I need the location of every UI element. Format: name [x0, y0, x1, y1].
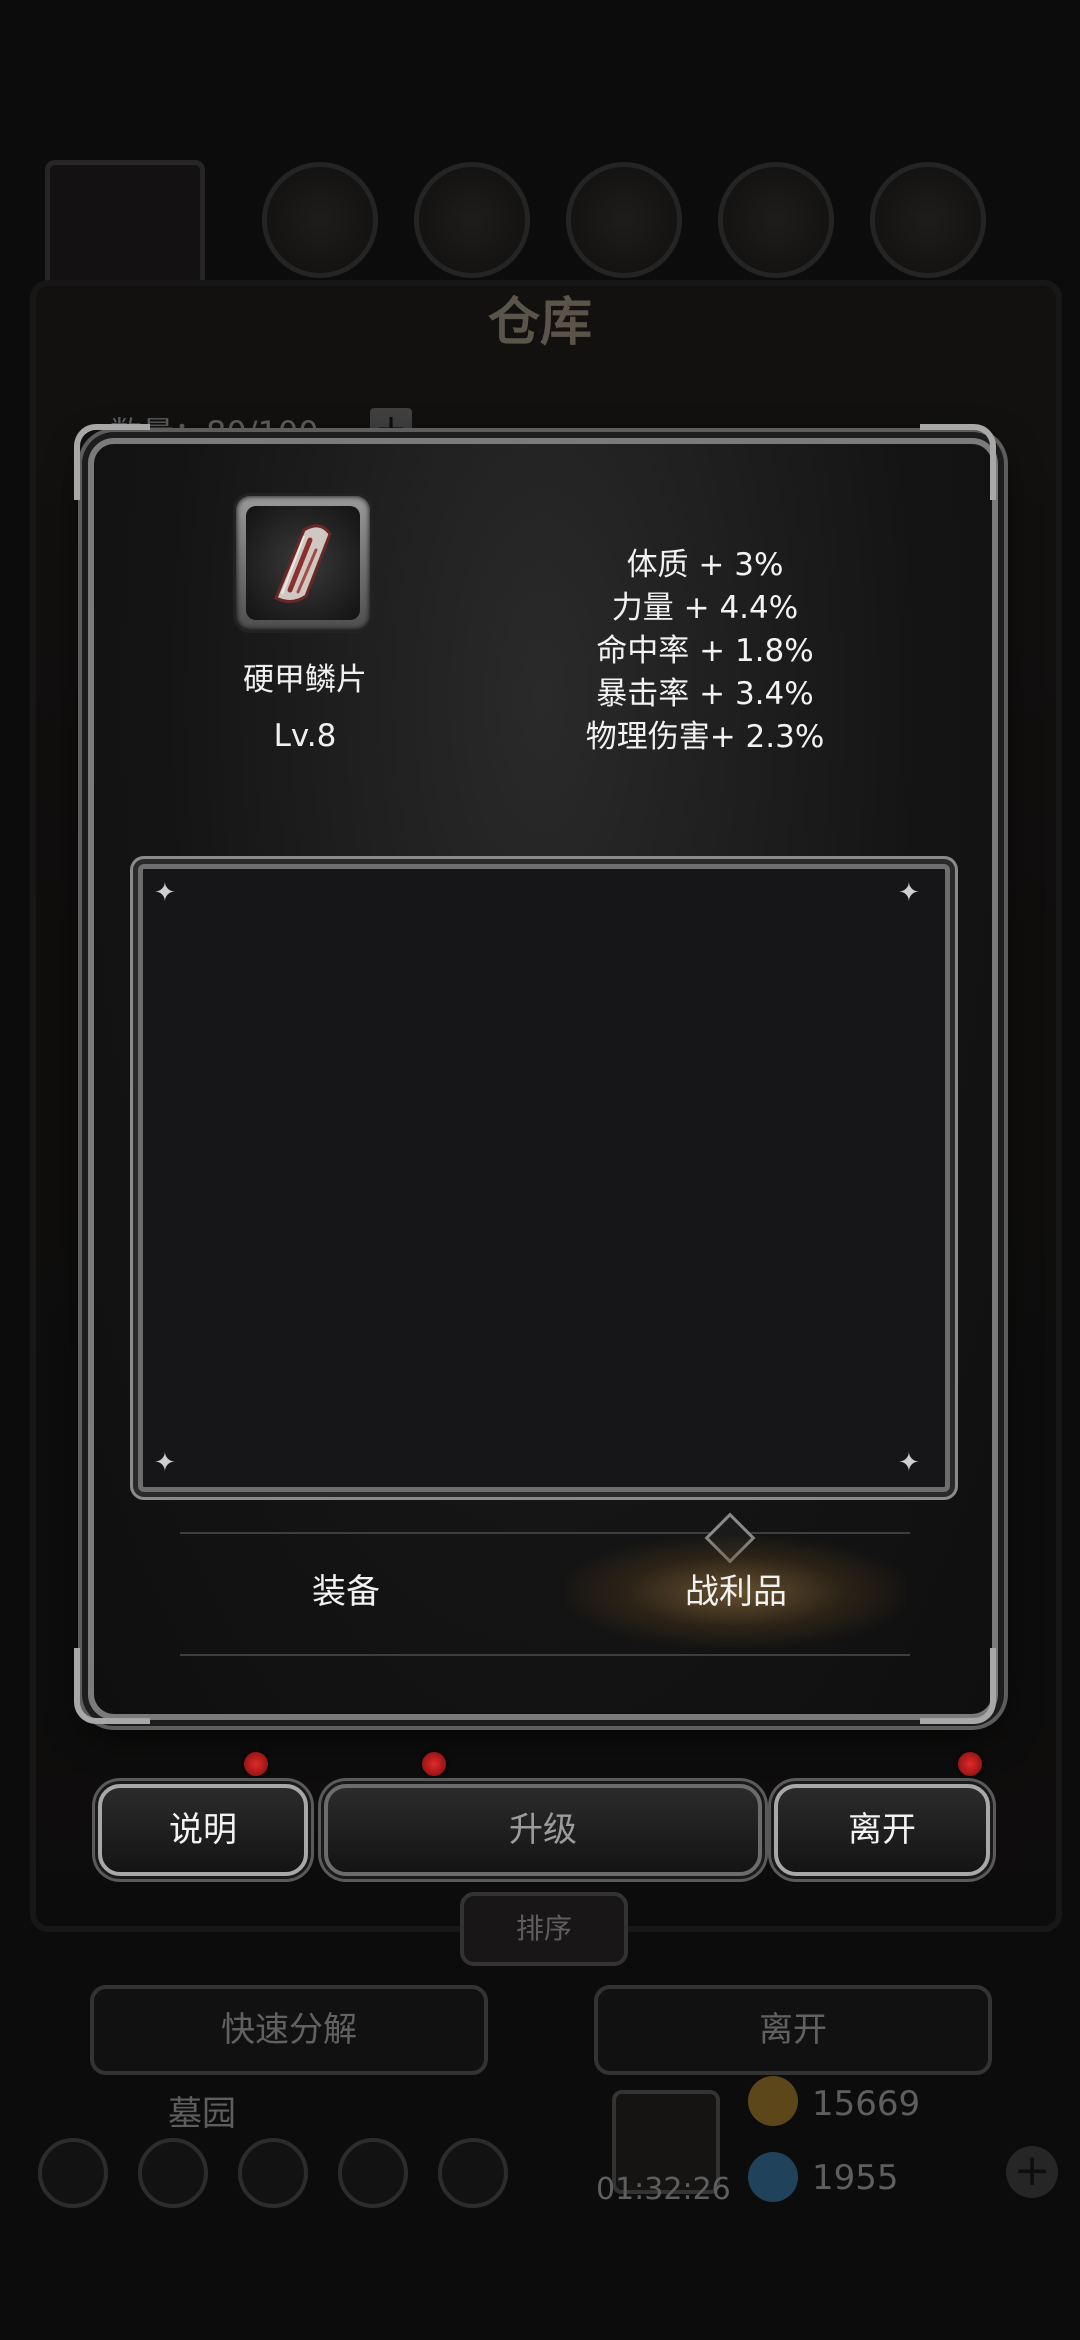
warehouse-title: 仓库 [487, 292, 592, 353]
notification-dot [958, 1752, 982, 1776]
menu-icon[interactable] [138, 2138, 208, 2208]
gift-timer: 01:32:26 [596, 2172, 731, 2207]
location-label: 墓园 [168, 2094, 236, 2134]
gem-amount: 1955 [812, 2158, 899, 2198]
sparkle-icon: ✦ [898, 878, 920, 908]
tab-loot[interactable]: 战利品 [566, 1536, 906, 1648]
stat-line: 物理伤害+ 2.3% [585, 719, 825, 755]
gem-icon [748, 2152, 798, 2202]
frame-corner-ornament [74, 1648, 150, 1724]
menu-icon[interactable] [238, 2138, 308, 2208]
item-stats: 体质 + 3% 力量 + 4.4% 命中率 + 1.8% 暴击率 + 3.4% … [520, 544, 890, 759]
notification-dot [422, 1752, 446, 1776]
add-currency-icon[interactable]: + [1006, 2146, 1058, 2198]
notification-dot [244, 1752, 268, 1776]
frame-corner-ornament [920, 424, 996, 500]
category-tab-icon[interactable] [870, 162, 986, 278]
stat-line: 力量 + 4.4% [611, 590, 799, 626]
category-tab-icon[interactable] [414, 162, 530, 278]
sparkle-icon: ✦ [898, 1448, 920, 1478]
quick-decompose-button[interactable]: 快速分解 [90, 1985, 488, 2075]
gold-amount: 15669 [812, 2084, 921, 2124]
menu-icon[interactable] [38, 2138, 108, 2208]
frame-corner-ornament [920, 1648, 996, 1724]
item-name: 硬甲鳞片 [243, 662, 367, 698]
scale-icon [274, 524, 332, 603]
sparkle-icon: ✦ [154, 1448, 176, 1478]
item-description-panel [138, 864, 950, 1492]
stat-line: 体质 + 3% [626, 547, 784, 583]
stat-line: 暴击率 + 3.4% [596, 676, 814, 712]
stat-line: 命中率 + 1.8% [596, 633, 814, 669]
sort-button[interactable]: 排序 [460, 1892, 628, 1966]
item-level: Lv.8 [273, 718, 337, 754]
category-tab-icon[interactable] [718, 162, 834, 278]
item-icon-frame [236, 496, 370, 630]
menu-icon[interactable] [438, 2138, 508, 2208]
sparkle-icon: ✦ [154, 878, 176, 908]
tab-equipment[interactable]: 装备 [176, 1536, 516, 1648]
background-leave-button[interactable]: 离开 [594, 1985, 992, 2075]
category-tab-icon[interactable] [262, 162, 378, 278]
explain-button[interactable]: 说明 [98, 1784, 308, 1876]
frame-corner-ornament [74, 424, 150, 500]
upgrade-button[interactable]: 升级 [324, 1784, 762, 1876]
category-tab-icon[interactable] [566, 162, 682, 278]
menu-icon[interactable] [338, 2138, 408, 2208]
leave-button[interactable]: 离开 [774, 1784, 990, 1876]
gold-coin-icon [748, 2076, 798, 2126]
